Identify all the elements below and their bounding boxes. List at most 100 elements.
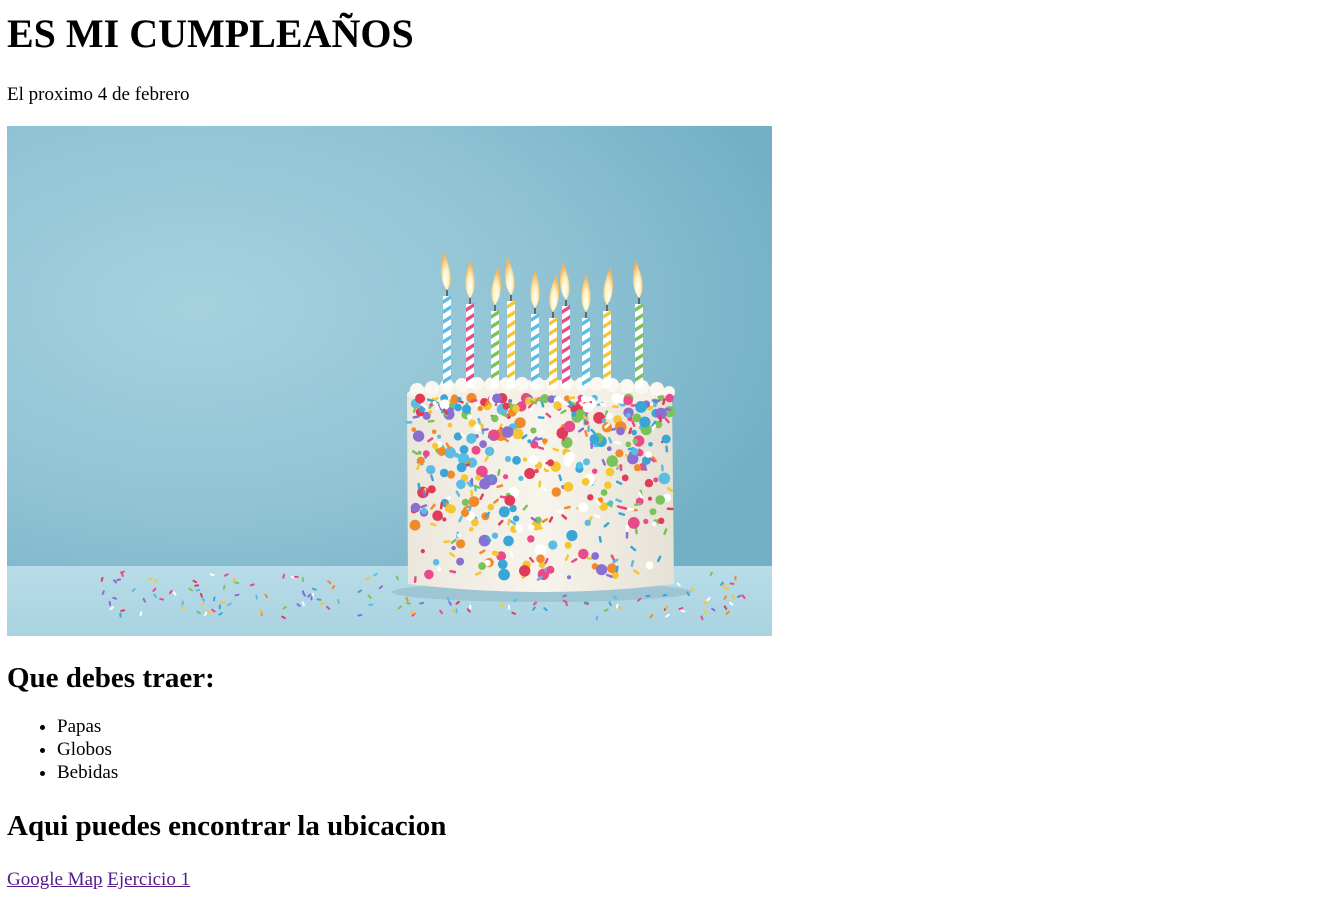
sprinkle [546, 565, 555, 574]
sprinkle [470, 477, 474, 485]
sprinkle [616, 427, 625, 436]
sprinkle [444, 447, 456, 459]
sprinkle [536, 554, 545, 563]
sprinkle [604, 481, 612, 490]
sprinkle [723, 587, 729, 590]
sprinkle [498, 568, 510, 581]
sprinkle [469, 604, 472, 610]
sprinkle [466, 414, 472, 419]
sprinkle [492, 393, 502, 404]
sprinkle [563, 482, 574, 492]
sprinkle [528, 455, 539, 466]
sprinkle [442, 517, 447, 522]
birthday-cake-image [7, 126, 772, 636]
sprinkle [420, 507, 428, 515]
sprinkle [432, 401, 437, 405]
sprinkle [432, 510, 443, 521]
sprinkle [658, 472, 671, 485]
sprinkle [466, 433, 477, 444]
sprinkle [631, 448, 639, 456]
sprinkle [563, 420, 576, 433]
sprinkle [493, 551, 499, 557]
sprinkle [431, 429, 437, 435]
location-heading: Aqui puedes encontrar la ubicacion [7, 810, 447, 842]
sprinkle [661, 434, 671, 444]
sprinkle [584, 519, 591, 526]
sprinkle [645, 561, 654, 570]
sprinkle [655, 495, 665, 505]
sprinkle [437, 434, 442, 439]
sprinkle [587, 494, 594, 501]
sprinkle [647, 496, 653, 501]
sprinkle [623, 395, 633, 406]
sprinkle [589, 434, 600, 444]
sprinkle [445, 504, 455, 513]
sprinkle [530, 427, 537, 434]
sprinkle [633, 464, 642, 472]
sprinkle [502, 402, 510, 410]
sprinkle [447, 422, 453, 428]
sprinkle [461, 404, 472, 414]
sprinkle [625, 531, 629, 539]
sprinkle [518, 475, 524, 482]
sprinkle [491, 414, 499, 423]
sprinkle [512, 455, 521, 465]
sprinkle [409, 519, 421, 531]
sprinkle [653, 477, 659, 483]
sprinkle [600, 489, 608, 496]
bring-list: Papas Globos Bebidas [7, 715, 1330, 784]
sprinkle [651, 521, 657, 527]
date-text: El proximo 4 de febrero [7, 84, 190, 105]
sprinkle [491, 532, 499, 539]
sprinkle [218, 604, 221, 610]
sprinkle [437, 567, 442, 572]
sprinkle [625, 441, 632, 448]
ejercicio-1-link[interactable]: Ejercicio 1 [107, 869, 190, 890]
sprinkle [428, 409, 433, 414]
sprinkle [512, 404, 520, 413]
sprinkle [471, 445, 481, 455]
sprinkle [471, 518, 479, 527]
sprinkle [548, 540, 558, 550]
sprinkle [439, 399, 450, 410]
sprinkle [605, 467, 615, 477]
links-row: Google Map Ejercicio 1 [7, 869, 1330, 891]
sprinkle [504, 495, 516, 506]
sprinkle [503, 474, 509, 480]
sprinkle [422, 450, 430, 458]
sprinkle [592, 468, 598, 474]
sprinkle [220, 601, 226, 604]
sprinkle [487, 503, 495, 511]
sprinkle [649, 508, 657, 516]
sprinkle [537, 416, 545, 420]
sprinkle [512, 515, 520, 522]
list-item: Papas [57, 715, 1330, 738]
sprinkle [477, 405, 483, 412]
sprinkle [582, 402, 594, 413]
sprinkle [439, 468, 449, 478]
sprinkle [583, 458, 590, 466]
sprinkle [652, 403, 657, 408]
sprinkle [564, 451, 576, 463]
sprinkle [424, 569, 434, 580]
sprinkle [459, 445, 469, 454]
sprinkle [412, 430, 425, 442]
sprinkle [625, 412, 631, 418]
sprinkle [509, 504, 517, 513]
google-map-link[interactable]: Google Map [7, 869, 103, 890]
sprinkle [627, 517, 640, 529]
sprinkle [498, 506, 510, 518]
sprinkle [591, 552, 600, 560]
sprinkle [456, 539, 466, 549]
sprinkle [596, 564, 608, 576]
sprinkle [475, 474, 482, 481]
sprinkle [293, 575, 299, 579]
sprinkle [405, 420, 413, 424]
sprinkle [524, 468, 536, 479]
sprinkle [648, 442, 653, 447]
sprinkle [566, 530, 578, 542]
sprinkle [635, 401, 647, 413]
sprinkle [456, 557, 465, 566]
sprinkle [666, 507, 674, 511]
sprinkle [456, 396, 462, 402]
